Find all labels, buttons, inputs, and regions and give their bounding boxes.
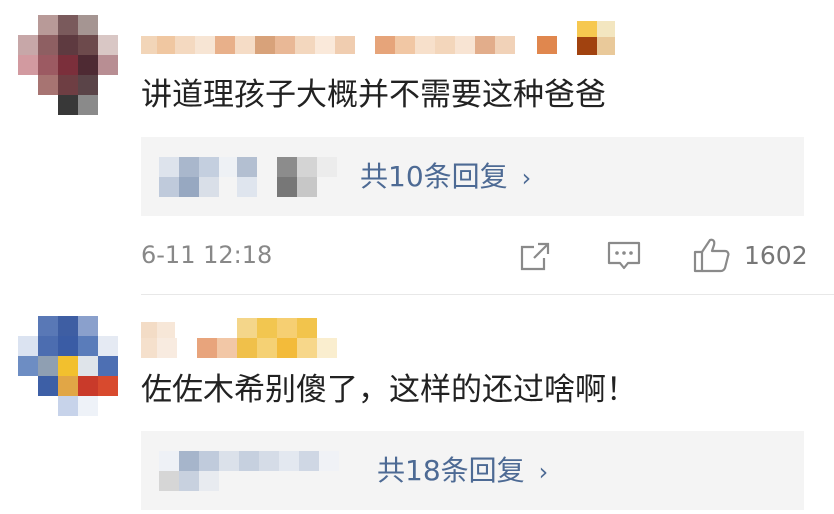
share-icon[interactable] [518,240,552,278]
replies-count-label: 共18条回复 [377,454,525,487]
chevron-right-icon: › [521,164,532,192]
replies-box[interactable]: 共10条回复 › [141,137,804,216]
comment-text: 讲道理孩子大概并不需要这种爸爸 [141,77,606,113]
thumbs-up-icon[interactable] [692,236,732,278]
divider [141,294,834,295]
comment-icon[interactable] [606,240,642,278]
replies-box[interactable]: 共18条回复 › [141,431,804,510]
chevron-right-icon: › [538,458,549,486]
avatar[interactable] [18,316,118,416]
view-replies-link[interactable]: 共18条回复 › [377,457,548,485]
replies-count-label: 共10条回复 [360,160,508,193]
avatar[interactable] [18,15,118,115]
comment-text: 佐佐木希别傻了，这样的还过啥啊！ [141,372,637,408]
like-count: 1602 [744,241,808,270]
view-replies-link[interactable]: 共10条回复 › [360,163,531,191]
timestamp: 6-11 12:18 [141,241,273,269]
